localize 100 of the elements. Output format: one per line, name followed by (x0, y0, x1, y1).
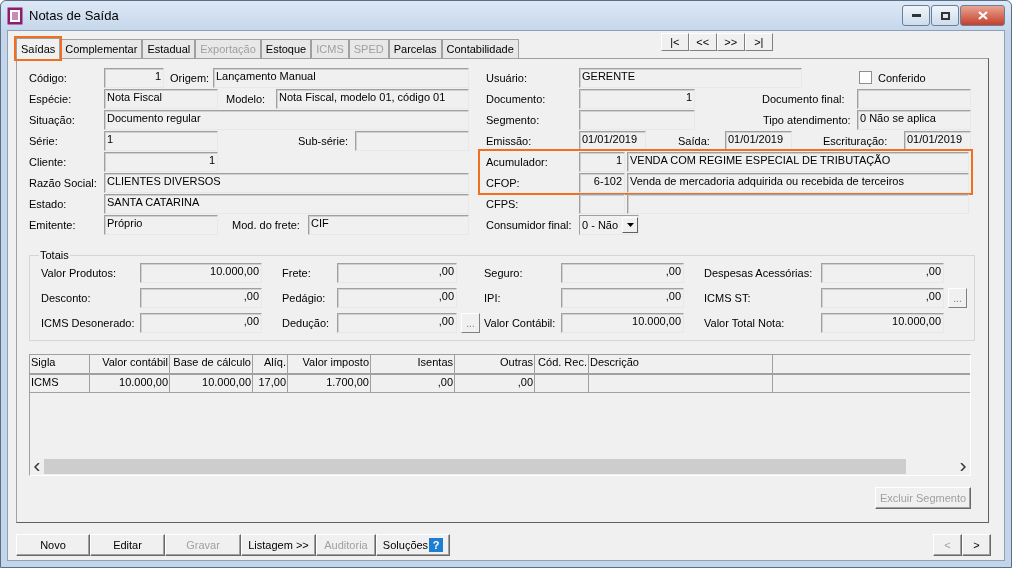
input-field[interactable]: Documento regular (104, 109, 469, 130)
input-field[interactable]: GERENTE (579, 67, 802, 88)
input-field[interactable]: 1 (104, 67, 164, 88)
field-label: Razão Social: (29, 176, 98, 189)
field-label: Série: (29, 134, 59, 147)
field-label: ICMS ST: (704, 292, 752, 304)
toolbar-button[interactable]: Novo (16, 534, 90, 556)
field-label: Saída: (677, 134, 711, 147)
input-field[interactable] (579, 193, 625, 214)
input-field[interactable]: ,00 (561, 263, 684, 283)
input-field[interactable]: ,00 (821, 263, 944, 283)
field-label: CFPS: (486, 197, 520, 210)
input-field[interactable]: VENDA COM REGIME ESPECIAL DE TRIBUTAÇÃO (627, 151, 969, 172)
checkbox[interactable] (859, 71, 872, 84)
field-label: Despesas Acessórias: (704, 267, 814, 279)
toolbar-button[interactable]: Editar (90, 534, 165, 556)
input-field[interactable]: ,00 (337, 263, 457, 283)
input-field[interactable]: 1 (579, 151, 625, 172)
field-label: Frete: (282, 267, 312, 279)
input-field[interactable]: 01/01/2019 (579, 130, 646, 151)
field-label: Tipo atendimento: (762, 113, 852, 126)
column-header: Descrição (589, 355, 773, 373)
field-label: Valor Contábil: (484, 317, 557, 329)
field-label: Cliente: (29, 155, 68, 168)
input-field[interactable]: Venda de mercadoria adquirida ou recebida de terceiros (627, 172, 969, 193)
input-field[interactable] (355, 130, 469, 151)
table-cell: 1.700,00 (288, 375, 371, 392)
field-label: ICMS Desonerado: (41, 317, 136, 329)
input-field[interactable]: ,00 (140, 288, 262, 308)
input-field[interactable]: Lançamento Manual (213, 67, 469, 88)
input-field[interactable]: ,00 (337, 288, 457, 308)
table-cell: 17,00 (253, 375, 288, 392)
input-field[interactable]: 1 (104, 151, 218, 172)
input-field[interactable]: 6-102 (579, 172, 625, 193)
field-label: Escrituração: (822, 134, 889, 147)
input-field[interactable]: ,00 (821, 288, 944, 308)
input-field[interactable]: CIF (308, 214, 469, 235)
input-field[interactable]: ,00 (561, 288, 684, 308)
field-label: Valor Total Nota: (704, 317, 786, 329)
tab[interactable]: Parcelas (388, 39, 442, 58)
table-cell: ICMS (30, 375, 90, 392)
caret-icon (626, 222, 634, 227)
input-field[interactable]: Próprio (104, 214, 218, 235)
input-field[interactable]: SANTA CATARINA (104, 193, 469, 214)
input-field[interactable]: 10.000,00 (821, 313, 944, 333)
record-nav-button[interactable]: >> (716, 33, 745, 51)
page-nav-button[interactable]: > (962, 534, 991, 556)
field-label: Documento: (486, 92, 547, 105)
field-label: Código: (29, 71, 68, 84)
tab[interactable]: Complementar (60, 39, 143, 58)
toolbar-button[interactable]: Listagem >> (241, 534, 316, 556)
column-header: Sigla (30, 355, 90, 373)
input-field[interactable]: Nota Fiscal (104, 88, 218, 109)
input-field[interactable]: 10.000,00 (140, 263, 262, 283)
table-cell: 10.000,00 (90, 375, 170, 392)
ellipsis-button[interactable]: ... (461, 313, 480, 333)
minimize-button[interactable] (902, 5, 930, 26)
field-label: Usuário: (486, 71, 528, 84)
input-field[interactable]: 1 (579, 88, 695, 109)
maximize-button[interactable] (931, 5, 959, 26)
input-field[interactable]: ,00 (337, 313, 457, 333)
minimize-icon (911, 14, 921, 17)
input-field[interactable]: 01/01/2019 (904, 130, 971, 151)
record-nav-button[interactable]: >| (744, 33, 773, 51)
column-header: Alíq. (253, 355, 288, 373)
record-nav-button[interactable]: << (688, 33, 717, 51)
tab[interactable]: Estoque (260, 39, 312, 58)
field-label: Acumulador: (486, 155, 549, 168)
close-button[interactable] (960, 5, 1005, 26)
input-field[interactable]: Nota Fiscal, modelo 01, código 01 (276, 88, 469, 109)
field-label: Segmento: (486, 113, 541, 126)
input-field[interactable]: ,00 (140, 313, 262, 333)
scroll-right-icon (960, 462, 966, 471)
toolbar-button[interactable]: Soluções ? (376, 534, 450, 556)
field-label: Desconto: (41, 292, 92, 304)
input-field[interactable] (579, 109, 695, 130)
dropdown[interactable]: 0 - Não (579, 214, 639, 235)
checkbox-label: Conferido (877, 71, 926, 84)
input-field[interactable]: 0 Não se aplica (857, 109, 971, 130)
group-title: Totais (39, 249, 70, 261)
column-header: Base de cálculo (170, 355, 253, 373)
input-field[interactable]: 01/01/2019 (725, 130, 792, 151)
tab[interactable]: Contabilidade (441, 39, 519, 58)
close-icon (977, 11, 988, 20)
input-field[interactable]: 1 (104, 130, 218, 151)
column-header: Valor contábil (90, 355, 170, 373)
maximize-icon (940, 11, 950, 20)
record-nav-button[interactable]: |< (660, 33, 689, 51)
column-header: Cód. Rec. (535, 355, 589, 373)
field-label: Dedução: (282, 317, 331, 329)
input-field[interactable]: CLIENTES DIVERSOS (104, 172, 469, 193)
column-header: Isentas (371, 355, 455, 373)
tab[interactable]: Estadual (142, 39, 196, 58)
input-field[interactable] (857, 88, 971, 109)
scroll-left-icon (34, 462, 40, 471)
ellipsis-button[interactable]: ... (948, 288, 967, 308)
input-field[interactable]: 10.000,00 (561, 313, 684, 333)
tab[interactable]: Saídas (16, 38, 61, 59)
input-field[interactable] (627, 193, 969, 214)
field-label: Estado: (29, 197, 68, 210)
